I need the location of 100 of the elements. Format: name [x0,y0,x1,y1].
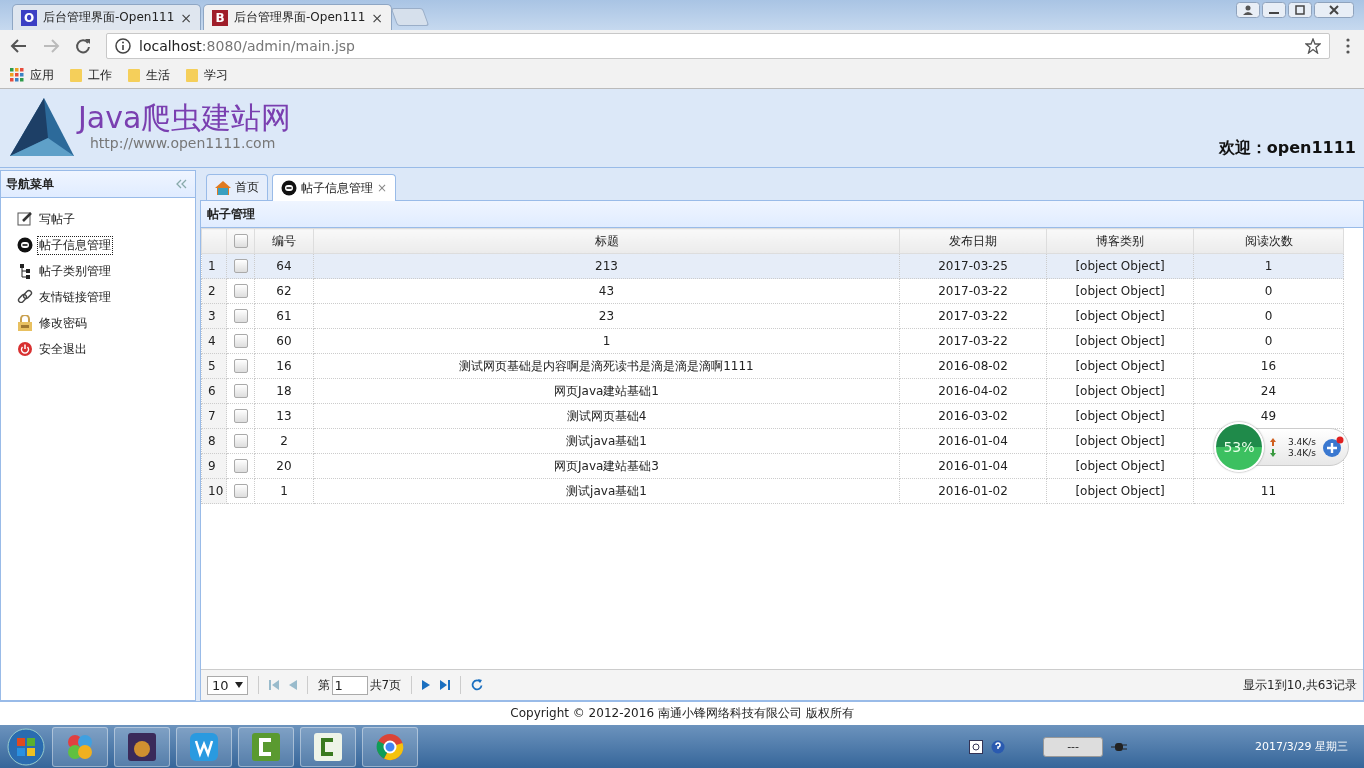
collapse-icon[interactable] [175,179,187,189]
column-header[interactable]: 博客类别 [1096,233,1144,248]
bookmark-star-icon[interactable] [1305,38,1321,54]
taskbar-button[interactable] [176,726,232,767]
sidebar-item[interactable]: 修改密码 [17,314,195,332]
plug-icon [1111,741,1128,752]
table-cell: 2016-01-02 [938,484,1008,498]
tab-close-button[interactable]: × [180,9,193,26]
column-header[interactable]: 阅读次数 [1244,233,1293,248]
taskbar-button[interactable] [238,726,294,767]
back-icon[interactable] [10,37,28,55]
address-bar[interactable]: localhost:8080/admin/main.jsp [106,33,1330,59]
table-cell: [object Object] [1075,484,1165,498]
page-size-select[interactable]: 10 [207,675,248,695]
sidebar-item[interactable]: 帖子信息管理 [17,236,195,254]
row-number: 9 [208,459,216,473]
table-cell: [object Object] [1075,409,1165,423]
bookmark[interactable]: 生活 [128,66,170,84]
row-checkbox[interactable] [233,259,248,274]
minimize-icon[interactable] [1262,2,1286,18]
column-header[interactable]: 发布日期 [949,233,997,248]
c-app-icon [251,731,281,762]
copyright-text: Copyright © 2012-2016 南通小锋网络科技有限公司 版权所有 [510,705,854,722]
row-number: 2 [208,284,216,298]
content-tab[interactable]: 首页 [206,174,268,200]
sidebar-item[interactable]: 帖子类别管理 [17,262,195,280]
row-checkbox[interactable] [233,334,248,349]
table-cell: 测试java基础1 [566,483,647,498]
row-checkbox[interactable] [233,309,248,324]
browser-tab[interactable]: O 后台管理界面-Open111 × [12,4,202,30]
start-button[interactable] [6,726,46,767]
clock-date: 2017/3/29 星期三 [1255,738,1348,754]
download-arrow-icon [1270,448,1276,457]
taskbar-button[interactable] [114,726,170,767]
row-checkbox[interactable] [233,409,248,424]
taskbar-button[interactable] [300,726,356,767]
first-page-icon[interactable] [268,680,279,690]
row-checkbox[interactable] [233,359,248,374]
sidebar-item-label: 帖子类别管理 [38,262,112,280]
menu-icon[interactable] [1344,37,1352,55]
previous-page-icon[interactable] [288,680,297,690]
row-checkbox[interactable] [233,459,248,474]
bookmark[interactable]: 工作 [70,66,112,84]
memory-gauge: 53% [1214,422,1264,472]
link-icon [17,289,33,305]
tab-close-button[interactable]: × [371,9,384,26]
maximize-icon[interactable] [1288,2,1312,18]
welcome-text: 欢迎：open1111 [1218,138,1356,159]
table-cell: 61 [276,309,292,323]
row-checkbox[interactable] [233,384,248,399]
page-count: 共7页 [369,676,402,694]
refresh-icon[interactable] [471,679,484,691]
page-number-field[interactable]: 1 [331,675,368,695]
sidebar-title: 导航菜单 [6,175,54,193]
content-tab[interactable]: 帖子信息管理 × [272,174,397,201]
table-cell: 2016-08-02 [938,359,1008,373]
table-cell: 2 [280,434,288,448]
table-cell: [object Object] [1075,384,1165,398]
tab-close-button[interactable]: × [377,181,388,195]
folder-icon [128,68,140,82]
plus-icon[interactable] [1321,436,1344,458]
next-page-icon[interactable] [422,680,431,690]
row-number: 5 [208,359,216,373]
site-url: http://www.open1111.com [89,135,277,151]
browser-tab[interactable]: B 后台管理界面-Open111 × [203,4,393,30]
user-icon[interactable] [1236,2,1260,18]
upload-arrow-icon [1270,437,1276,446]
table-cell: 64 [276,259,292,273]
sidebar-item[interactable]: 安全退出 [17,340,195,358]
table-cell: 2016-01-04 [938,459,1008,473]
sidebar-item[interactable]: 友情链接管理 [17,288,195,306]
table-cell: [object Object] [1075,259,1165,273]
apps-grid-icon [10,68,24,82]
reload-icon[interactable] [74,37,92,55]
info-icon [115,38,131,54]
select-all-checkbox[interactable] [233,234,248,249]
new-tab-button[interactable] [390,8,430,26]
caret-icon [234,682,243,688]
lock-icon [17,315,33,331]
bookmark[interactable]: 学习 [186,66,228,84]
column-header[interactable]: 标题 [594,233,619,248]
tray-icon[interactable] [969,739,984,754]
row-checkbox[interactable] [233,284,248,299]
sidebar-item[interactable]: 写帖子 [17,210,195,228]
close-icon[interactable] [1314,2,1354,18]
table-cell: 2017-03-22 [938,334,1008,348]
table-cell: 23 [598,309,615,323]
row-checkbox[interactable] [233,434,248,449]
record-summary: 显示1到10,共63记录 [1243,676,1357,694]
bookmark[interactable]: 应用 [10,66,54,84]
table-cell: 0 [1264,284,1273,298]
table-cell: 16 [1260,359,1277,373]
table-cell: 24 [1260,384,1277,398]
last-page-icon[interactable] [440,680,451,690]
taskbar-button[interactable] [362,726,418,767]
site-title: Java爬虫建站网 [78,101,292,135]
table-cell: 1 [602,334,611,348]
sidebar-item-label: 友情链接管理 [38,288,112,306]
row-checkbox[interactable] [233,484,248,499]
help-icon[interactable] [991,739,1006,754]
